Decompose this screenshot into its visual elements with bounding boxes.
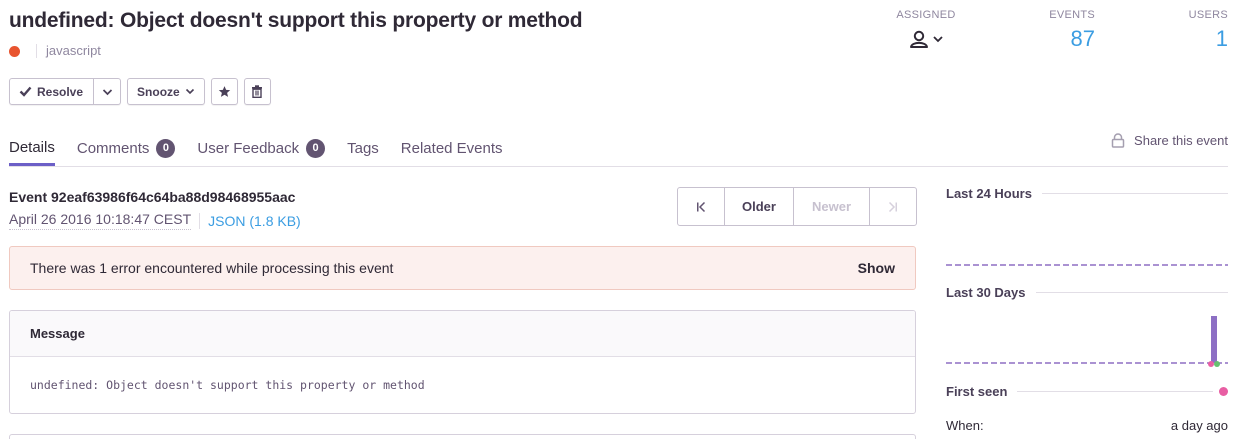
last-seen-marker: [1214, 361, 1220, 367]
resolve-group: Resolve: [9, 78, 122, 105]
last-30-days-chart[interactable]: [946, 312, 1228, 372]
next-panel: [9, 434, 916, 439]
when-value: a day ago: [1170, 418, 1228, 433]
last-24-hours-chart[interactable]: [946, 214, 1228, 274]
oldest-event-button[interactable]: [678, 188, 725, 225]
last-30-days-heading: Last 30 Days: [946, 285, 1228, 300]
tab-label: User Feedback: [197, 140, 300, 157]
delete-button[interactable]: [243, 78, 271, 105]
tab-related-events[interactable]: Related Events: [401, 132, 503, 165]
tab-label: Comments: [76, 140, 150, 157]
assignee-selector[interactable]: [909, 30, 944, 48]
issue-sidebar: Last 24 Hours Last 30 Days First seen Wh…: [946, 0, 1228, 439]
snooze-button[interactable]: Snooze: [127, 78, 205, 105]
message-panel: Message undefined: Object doesn't suppor…: [9, 310, 916, 414]
bookmark-button[interactable]: [210, 78, 238, 105]
tab-tags[interactable]: Tags: [347, 132, 379, 165]
section-title: Last 30 Days: [946, 285, 1026, 300]
resolve-button[interactable]: Resolve: [9, 78, 95, 105]
chevron-down-icon: [185, 88, 194, 95]
event-date: April 26 2016 10:18:47 CEST: [9, 211, 192, 230]
snooze-label: Snooze: [137, 84, 180, 99]
issue-title: undefined: Object doesn't support this p…: [9, 9, 583, 32]
error-level-indicator: [9, 45, 20, 57]
platform-label: javascript: [46, 43, 101, 58]
older-event-button[interactable]: Older: [725, 188, 794, 225]
user-icon: [909, 30, 928, 48]
tab-label: Details: [9, 139, 55, 156]
issue-tabs: Details Comments 0 User Feedback 0 Tags Re…: [9, 132, 525, 166]
star-icon: [218, 86, 230, 97]
when-label: When:: [946, 418, 984, 433]
first-seen-heading: First seen: [946, 384, 1228, 399]
newest-event-button[interactable]: [870, 188, 916, 225]
event-bar: [1211, 316, 1217, 363]
issue-meta: javascript: [9, 43, 101, 58]
check-icon: [19, 86, 32, 97]
first-page-icon: [697, 201, 706, 212]
alert-text: There was 1 error encountered while proc…: [30, 260, 394, 276]
first-seen-marker: [1208, 361, 1214, 367]
feedback-count-badge: 0: [306, 139, 326, 158]
last-page-icon: [888, 201, 897, 212]
resolve-label: Resolve: [37, 84, 84, 99]
tab-label: Tags: [347, 140, 379, 157]
comments-count-badge: 0: [156, 139, 176, 158]
resolve-options-button[interactable]: [94, 78, 122, 105]
last-24-hours-heading: Last 24 Hours: [946, 186, 1228, 201]
chevron-down-icon: [102, 88, 112, 95]
section-title: First seen: [946, 384, 1008, 399]
event-pager: Older Newer: [677, 187, 917, 226]
divider: [1017, 391, 1213, 392]
section-title: Last 24 Hours: [946, 186, 1032, 201]
newer-event-button[interactable]: Newer: [794, 188, 870, 225]
tab-details[interactable]: Details: [9, 132, 55, 166]
tab-comments[interactable]: Comments 0: [77, 132, 176, 165]
tab-label: Related Events: [400, 140, 503, 157]
event-id: Event 92eaf63986f64c64ba88d98468955aac: [9, 189, 296, 205]
first-seen-dot: [1219, 387, 1228, 396]
tab-user-feedback[interactable]: User Feedback 0: [197, 132, 326, 165]
divider: [1041, 193, 1228, 194]
divider: [1035, 292, 1228, 293]
first-seen-when: When: a day ago: [946, 418, 1228, 433]
show-errors-button[interactable]: Show: [858, 260, 895, 276]
issue-actions: Resolve Snooze: [9, 78, 271, 105]
trash-icon: [252, 85, 263, 98]
processing-error-alert: There was 1 error encountered while proc…: [9, 246, 916, 290]
message-body: undefined: Object doesn't support this p…: [30, 378, 425, 392]
chevron-down-icon: [932, 36, 943, 43]
event-meta: April 26 2016 10:18:47 CEST JSON (1.8 KB…: [9, 211, 301, 230]
json-link[interactable]: JSON (1.8 KB): [199, 212, 301, 229]
message-heading: Message: [10, 311, 915, 357]
divider: [36, 43, 37, 58]
